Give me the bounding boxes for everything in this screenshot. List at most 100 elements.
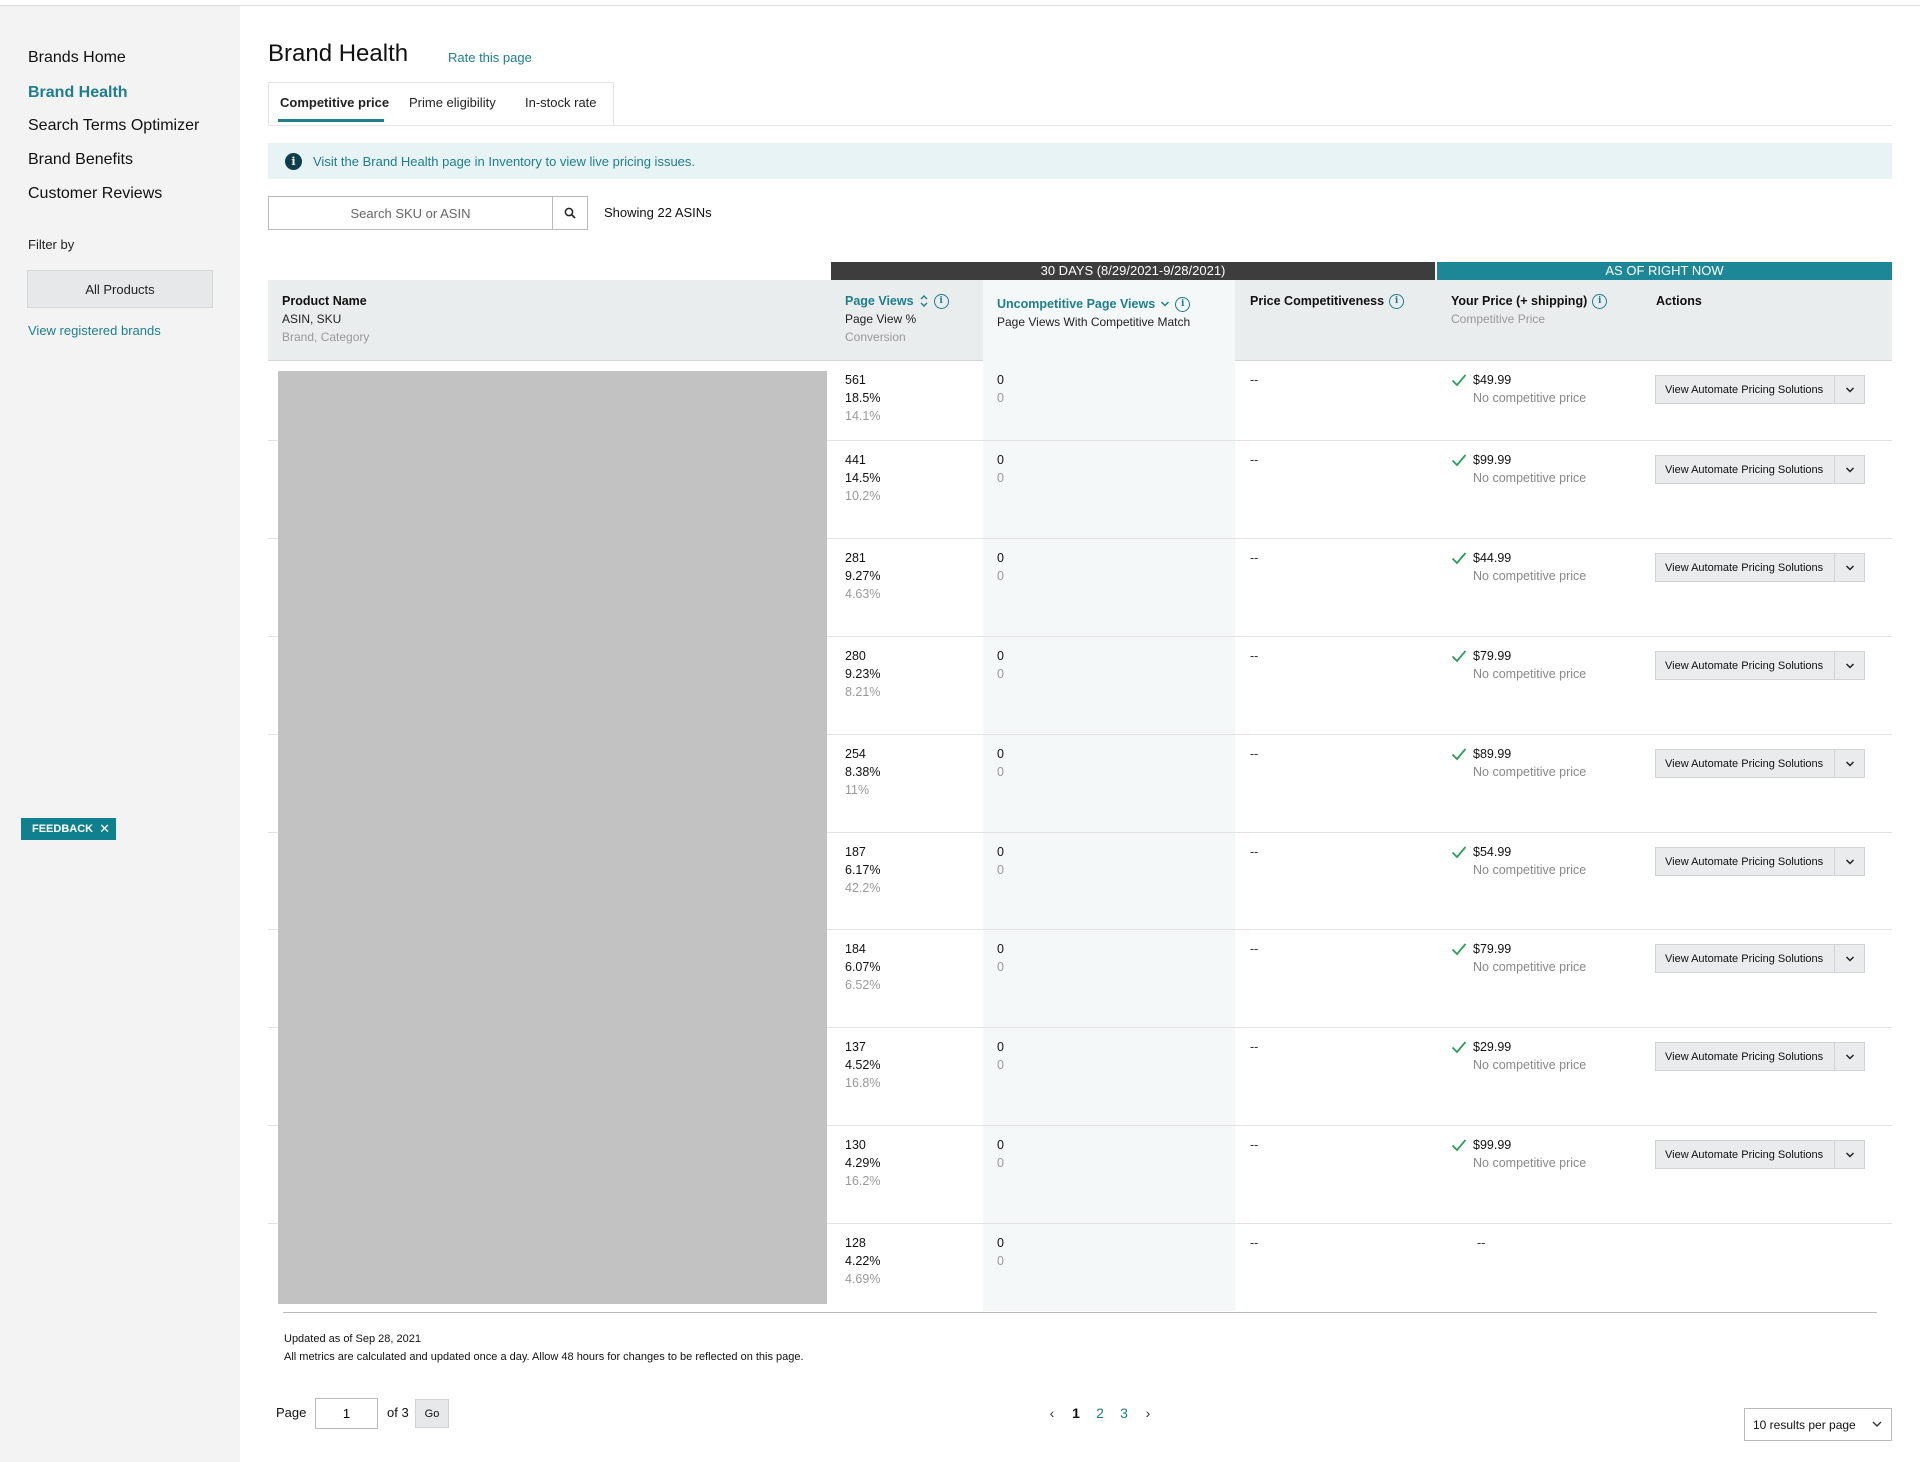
your-price-cell: $99.99 No competitive price [1451,1136,1586,1172]
chevron-down-icon [1872,1421,1882,1427]
competitive-match-value: 0 [997,569,1004,583]
automate-pricing-button[interactable]: View Automate Pricing Solutions [1655,553,1865,582]
automate-pricing-button[interactable]: View Automate Pricing Solutions [1655,1042,1865,1071]
page-views-value: 184 [845,942,866,956]
tab-prime-eligibility[interactable]: Prime eligibility [409,95,496,110]
automate-pricing-label: View Automate Pricing Solutions [1665,1148,1824,1161]
alert-text[interactable]: Visit the Brand Health page in Inventory… [313,154,695,169]
action-dropdown[interactable] [1834,848,1864,875]
uncompetitive-sort[interactable]: Uncompetitive Page Views i [997,295,1191,313]
action-dropdown[interactable] [1834,750,1864,777]
page-view-pct-value: 8.38% [845,765,881,779]
action-dropdown[interactable] [1834,554,1864,581]
competitive-price-value: No competitive price [1473,1058,1587,1072]
conversion-value: 4.63% [845,587,881,601]
uncompetitive-cell: 00 [997,745,1004,781]
tab-in-stock-rate[interactable]: In-stock rate [525,95,597,110]
pager: ‹ 1 2 3 › [1040,1405,1160,1421]
tab-bar: Competitive price Prime eligibility In-s… [268,82,1892,126]
page-views-column-header: Page Views i Page View % Conversion [845,292,949,346]
info-icon[interactable]: i [1389,293,1405,309]
competitive-price-value: No competitive price [1473,960,1587,974]
automate-pricing-button[interactable]: View Automate Pricing Solutions [1655,1140,1865,1169]
price-competitiveness-value: -- [1250,1236,1259,1250]
page-views-sort[interactable]: Page Views i [845,292,949,310]
automate-pricing-label: View Automate Pricing Solutions [1665,659,1824,672]
page-1-link[interactable]: 1 [1064,1405,1088,1421]
sidebar-item-brands-home[interactable]: Brands Home [28,49,126,67]
automate-pricing-button[interactable]: View Automate Pricing Solutions [1655,749,1865,778]
uncompetitive-cell: 00 [997,451,1004,487]
competitive-price-subheading: Competitive Price [1451,312,1546,326]
your-price-value: $29.99 [1473,1040,1512,1054]
page-label: Page [276,1405,307,1420]
results-per-page-select[interactable]: 10 results per page [1744,1408,1892,1441]
conversion-value: 42.2% [845,881,881,895]
automate-pricing-button[interactable]: View Automate Pricing Solutions [1655,847,1865,876]
sidebar-item-brand-health[interactable]: Brand Health [28,84,128,102]
page-view-pct-value: 9.23% [845,667,881,681]
action-dropdown[interactable] [1834,652,1864,679]
view-registered-brands-link[interactable]: View registered brands [28,323,161,338]
feedback-button[interactable]: FEEDBACK ✕ [21,818,117,840]
all-products-button[interactable]: All Products [27,270,213,308]
go-button[interactable]: Go [415,1399,449,1428]
action-dropdown[interactable] [1834,456,1864,483]
page-view-pct-subheading: Page View % [845,312,917,326]
action-dropdown[interactable] [1834,945,1864,972]
search-button[interactable] [552,197,587,229]
info-icon[interactable]: i [933,293,949,309]
search-input[interactable] [269,197,552,229]
table-header: Product Name ASIN, SKU Brand, Category P… [268,280,1892,361]
page-views-value: 187 [845,845,866,859]
competitive-match-value: 0 [997,471,1004,485]
automate-pricing-label: View Automate Pricing Solutions [1665,463,1824,476]
chevron-down-icon [1845,386,1854,393]
your-price-cell: $49.99 No competitive price [1451,371,1586,407]
uncompetitive-value: 0 [997,373,1004,387]
price-competitiveness-value: -- [1250,373,1259,387]
action-dropdown[interactable] [1834,1043,1864,1070]
your-price-cell: $54.99 No competitive price [1451,843,1586,879]
price-competitiveness-title-row: Price Competitiveness i [1250,292,1405,310]
your-price-value: $89.99 [1473,747,1512,761]
page-views-cell: 187 6.17% 42.2% [845,843,880,897]
automate-pricing-button[interactable]: View Automate Pricing Solutions [1655,375,1865,404]
sidebar-item-customer-reviews[interactable]: Customer Reviews [28,185,162,203]
chevron-left-icon[interactable]: ‹ [1040,1405,1064,1421]
sidebar-item-brand-benefits[interactable]: Brand Benefits [28,151,133,169]
action-dropdown[interactable] [1834,376,1864,403]
conversion-value: 14.1% [845,409,881,423]
close-icon[interactable]: ✕ [99,821,110,837]
competitive-match-subheading: Page Views With Competitive Match [997,315,1191,329]
info-icon[interactable]: i [1592,293,1608,309]
chevron-down-icon [1845,564,1854,571]
automate-pricing-button[interactable]: View Automate Pricing Solutions [1655,944,1865,973]
page-views-cell: 184 6.07% 6.52% [845,940,880,994]
info-icon[interactable]: i [1175,296,1191,312]
page-number-input[interactable] [315,1398,378,1429]
conversion-value: 8.21% [845,685,881,699]
action-dropdown[interactable] [1834,1141,1864,1168]
automate-pricing-label: View Automate Pricing Solutions [1665,757,1824,770]
check-icon [1451,454,1467,467]
tab-competitive-price[interactable]: Competitive price [280,95,389,110]
uncompetitive-cell: 00 [997,549,1004,585]
uncompetitive-value: 0 [997,551,1004,565]
sidebar-item-search-terms-optimizer[interactable]: Search Terms Optimizer [28,117,199,135]
chevron-down-icon [1845,760,1854,767]
sort-icon [920,295,928,307]
automate-pricing-label: View Automate Pricing Solutions [1665,561,1824,574]
chevron-right-icon[interactable]: › [1136,1405,1160,1421]
page-3-link[interactable]: 3 [1112,1405,1136,1421]
results-count: Showing 22 ASINs [604,205,712,220]
conversion-value: 6.52% [845,978,881,992]
your-price-heading: Your Price (+ shipping) [1451,294,1588,308]
automate-pricing-button[interactable]: View Automate Pricing Solutions [1655,455,1865,484]
rate-page-link[interactable]: Rate this page [448,50,532,65]
updated-date: Updated as of Sep 28, 2021 [284,1333,421,1345]
automate-pricing-button[interactable]: View Automate Pricing Solutions [1655,651,1865,680]
sidebar: Brands Home Brand Health Search Terms Op… [0,6,240,1462]
page-2-link[interactable]: 2 [1088,1405,1112,1421]
product-name-heading: Product Name [282,294,367,308]
